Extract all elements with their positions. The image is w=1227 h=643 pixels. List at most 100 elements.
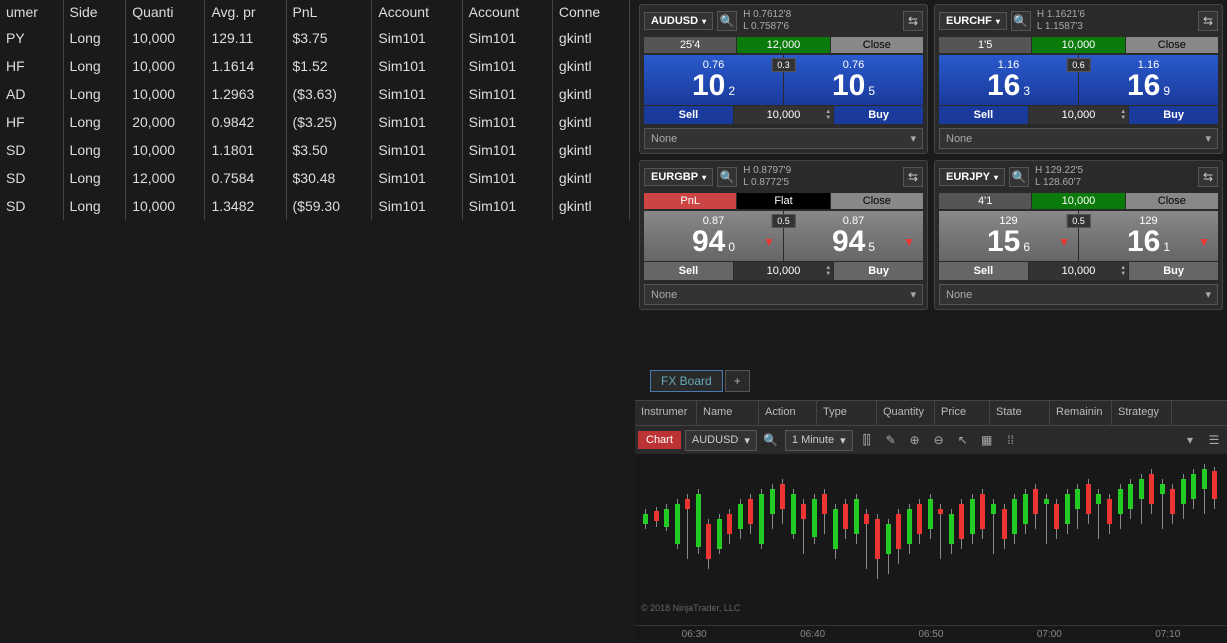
orders-column-header[interactable]: Instrumer	[635, 401, 697, 425]
properties-icon[interactable]: ☰	[1204, 430, 1224, 450]
zoom-out-icon[interactable]: ⊖	[929, 430, 949, 450]
sell-button[interactable]: Sell	[644, 106, 733, 124]
orders-column-header[interactable]: Name	[697, 401, 759, 425]
close-button[interactable]: Close	[831, 37, 923, 53]
cursor-icon[interactable]: ↖	[953, 430, 973, 450]
symbol-select[interactable]: AUDUSD▾	[644, 12, 713, 30]
position-row[interactable]: SDLong12,0000.7584$30.48Sim101Sim101gkin…	[0, 164, 630, 192]
fx-board-tab[interactable]: FX Board	[650, 370, 723, 392]
bid-price-box[interactable]: 129 ▼ 156	[939, 211, 1078, 261]
tile-status-a[interactable]: PnL	[644, 193, 736, 209]
position-row[interactable]: SDLong10,0001.1801$3.50Sim101Sim101gkint…	[0, 136, 630, 164]
orders-column-header[interactable]: Strategy	[1112, 401, 1172, 425]
ask-price-box[interactable]: 0.76 105	[784, 55, 923, 105]
bars-icon[interactable]: ⁞⁞	[1001, 430, 1021, 450]
stepper-down-icon[interactable]: ▼	[825, 271, 831, 277]
symbol-select[interactable]: EURGBP▾	[644, 168, 713, 186]
tile-status-b[interactable]: 12,000	[737, 37, 829, 53]
column-header[interactable]: PnL	[286, 0, 372, 24]
stepper-down-icon[interactable]: ▼	[825, 115, 831, 121]
orders-column-header[interactable]: Quantity	[877, 401, 935, 425]
reverse-icon[interactable]: ⇆	[1198, 167, 1218, 187]
column-header[interactable]: Account	[372, 0, 462, 24]
pencil-icon[interactable]: ✎	[881, 430, 901, 450]
column-header[interactable]: Conne	[552, 0, 629, 24]
cell: Long	[63, 164, 126, 192]
tile-status-b[interactable]: Flat	[737, 193, 829, 209]
position-row[interactable]: HFLong10,0001.1614$1.52Sim101Sim101gkint…	[0, 52, 630, 80]
reverse-icon[interactable]: ⇆	[903, 167, 923, 187]
atm-strategy-select[interactable]: None▾	[939, 284, 1218, 305]
symbol-select[interactable]: EURCHF▾	[939, 12, 1007, 30]
buy-button[interactable]: Buy	[834, 262, 923, 280]
tile-status-a[interactable]: 25'4	[644, 37, 736, 53]
orders-column-header[interactable]: Remainin	[1050, 401, 1112, 425]
add-tab-button[interactable]: +	[725, 370, 750, 392]
sell-button[interactable]: Sell	[939, 106, 1028, 124]
tile-status-b[interactable]: 10,000	[1032, 193, 1124, 209]
ask-price-box[interactable]: 0.87 ▼ 945	[784, 211, 923, 261]
column-header[interactable]: Account	[462, 0, 552, 24]
column-header[interactable]: umer	[0, 0, 63, 24]
position-row[interactable]: SDLong10,0001.3482($59.30Sim101Sim101gki…	[0, 192, 630, 220]
tile-status-a[interactable]: 1'5	[939, 37, 1031, 53]
search-icon[interactable]: 🔍	[761, 430, 781, 450]
stepper-down-icon[interactable]: ▼	[1120, 271, 1126, 277]
position-row[interactable]: PYLong10,000129.11$3.75Sim101Sim101gkint…	[0, 24, 630, 52]
tile-status-b[interactable]: 10,000	[1032, 37, 1124, 53]
chart-symbol-select[interactable]: AUDUSD▾	[685, 430, 757, 451]
column-header[interactable]: Avg. pr	[205, 0, 286, 24]
atm-strategy-select[interactable]: None▾	[644, 284, 923, 305]
quantity-input[interactable]: 10,000▲▼	[1029, 106, 1128, 124]
data-box-icon[interactable]: ▦	[977, 430, 997, 450]
buy-button[interactable]: Buy	[1129, 262, 1218, 280]
close-button[interactable]: Close	[1126, 193, 1218, 209]
price-big: 16	[987, 71, 1020, 101]
cell: SD	[0, 164, 63, 192]
bid-price-box[interactable]: 1.16 163	[939, 55, 1078, 105]
close-button[interactable]: Close	[1126, 37, 1218, 53]
search-icon[interactable]: 🔍	[1011, 11, 1031, 31]
chart-interval-select[interactable]: 1 Minute▾	[785, 430, 853, 451]
quantity-input[interactable]: 10,000▲▼	[734, 262, 833, 280]
buy-button[interactable]: Buy	[1129, 106, 1218, 124]
stepper-down-icon[interactable]: ▼	[1120, 115, 1126, 121]
chevron-down-icon[interactable]: ▾	[1180, 430, 1200, 450]
chart-copyright: © 2018 NinjaTrader, LLC	[641, 603, 740, 613]
zoom-in-icon[interactable]: ⊕	[905, 430, 925, 450]
cell: 0.7584	[205, 164, 286, 192]
bid-price-box[interactable]: 0.87 ▼ 940	[644, 211, 783, 261]
bid-price-box[interactable]: 0.76 102	[644, 55, 783, 105]
atm-strategy-select[interactable]: None▾	[939, 128, 1218, 149]
chart-area[interactable]: © 2018 NinjaTrader, LLC 06:3006:4006:500…	[635, 454, 1227, 643]
position-row[interactable]: ADLong10,0001.2963($3.63)Sim101Sim101gki…	[0, 80, 630, 108]
quantity-input[interactable]: 10,000▲▼	[734, 106, 833, 124]
search-icon[interactable]: 🔍	[1009, 167, 1029, 187]
search-icon[interactable]: 🔍	[717, 167, 737, 187]
reverse-icon[interactable]: ⇆	[1198, 11, 1218, 31]
orders-column-header[interactable]: State	[990, 401, 1050, 425]
tile-status-a[interactable]: 4'1	[939, 193, 1031, 209]
price-sub: 2	[728, 84, 735, 98]
ask-price-box[interactable]: 129 ▼ 161	[1079, 211, 1218, 261]
orders-column-header[interactable]: Type	[817, 401, 877, 425]
price-sub: 9	[1163, 84, 1170, 98]
atm-strategy-select[interactable]: None▾	[644, 128, 923, 149]
orders-column-header[interactable]: Action	[759, 401, 817, 425]
buy-button[interactable]: Buy	[834, 106, 923, 124]
symbol-select[interactable]: EURJPY▾	[939, 168, 1005, 186]
candlestick-icon[interactable]: ⫿⫿	[857, 430, 877, 450]
orders-column-header[interactable]: Price	[935, 401, 990, 425]
search-icon[interactable]: 🔍	[717, 11, 737, 31]
quantity-input[interactable]: 10,000▲▼	[1029, 262, 1128, 280]
price-big: 16	[1127, 71, 1160, 101]
close-button[interactable]: Close	[831, 193, 923, 209]
column-header[interactable]: Side	[63, 0, 126, 24]
column-header[interactable]: Quanti	[126, 0, 205, 24]
position-row[interactable]: HFLong20,0000.9842($3.25)Sim101Sim101gki…	[0, 108, 630, 136]
ask-price-box[interactable]: 1.16 169	[1079, 55, 1218, 105]
reverse-icon[interactable]: ⇆	[903, 11, 923, 31]
chart-mode-button[interactable]: Chart	[638, 431, 681, 449]
sell-button[interactable]: Sell	[939, 262, 1028, 280]
sell-button[interactable]: Sell	[644, 262, 733, 280]
